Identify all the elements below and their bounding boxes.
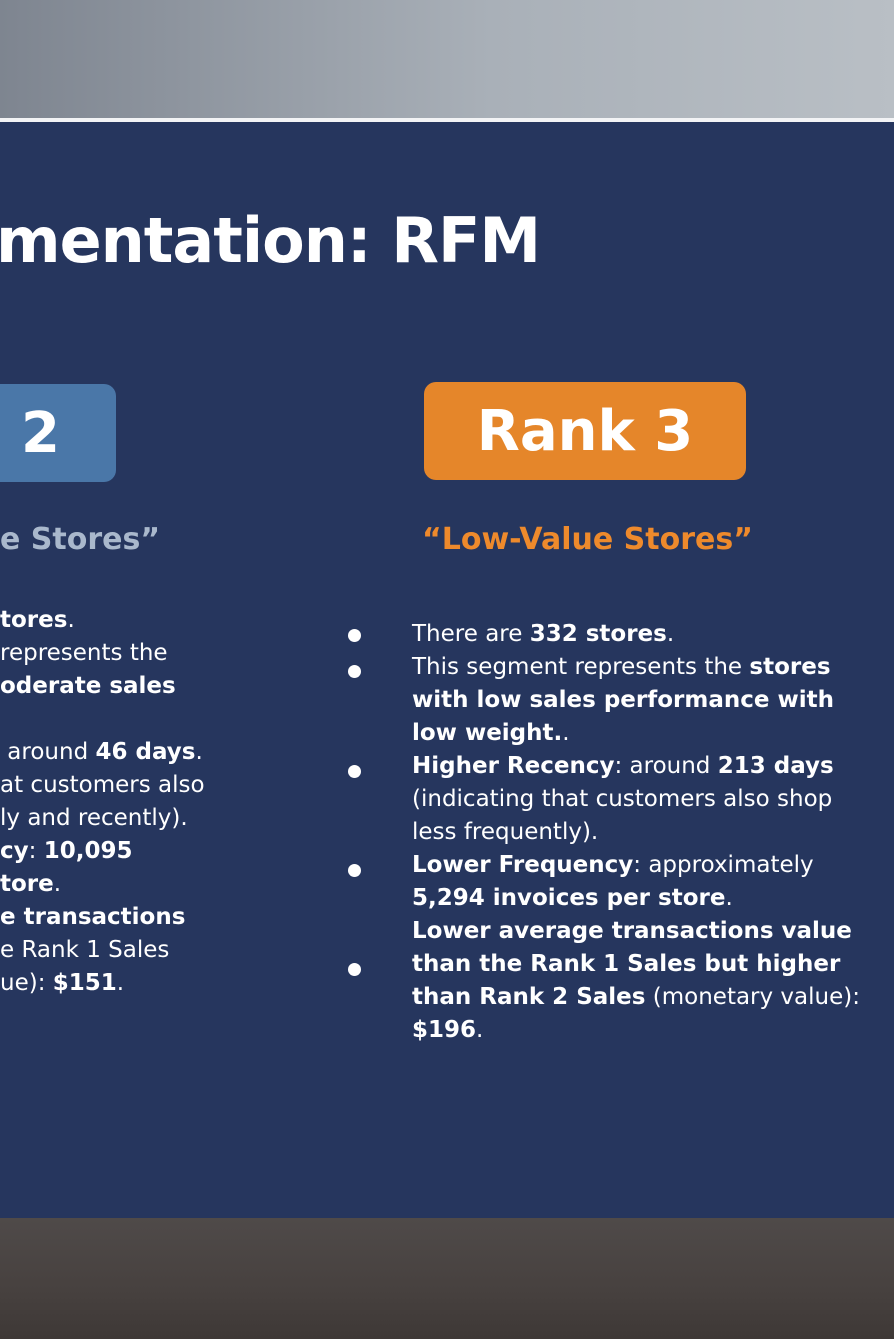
rank-2-line: tore. — [0, 871, 62, 897]
rank-3-badge-label: Rank 3 — [476, 398, 694, 464]
bullet-icon — [348, 629, 361, 642]
bullet-icon — [348, 963, 361, 976]
rank-2-line: ue): $151. — [0, 970, 125, 996]
rank-3-bullet-count: There are 332 stores. — [412, 621, 675, 647]
rank-2-line: ly and recently). — [0, 805, 188, 831]
rank-3-description: There are 332 stores. This segment repre… — [412, 618, 862, 1047]
rank-3-subtitle: “Low-Value Stores” — [422, 522, 753, 557]
rank-2-badge: 2 — [0, 384, 116, 482]
rank-3-badge: Rank 3 — [424, 382, 746, 480]
rank-2-line: around 46 days. — [0, 739, 203, 765]
rank-3-bullet-monetary: Lower average transactions value than th… — [412, 918, 860, 1043]
background-top-band — [0, 0, 894, 120]
background-bottom-band — [0, 1218, 894, 1339]
rank-3-bullet-recency: Higher Recency: around 213 days (indicat… — [412, 753, 834, 845]
rank-2-line: oderate sales — [0, 673, 176, 699]
rank-2-line: e transactions — [0, 904, 186, 930]
rank-2-line: tores. — [0, 607, 75, 633]
rank-2-line: e Rank 1 Sales — [0, 937, 170, 963]
presentation-slide: mentation: RFM 2 e Stores” tores. repres… — [0, 122, 894, 1218]
rank-2-line: at customers also — [0, 772, 205, 798]
bullet-icon — [348, 864, 361, 877]
slide-title: mentation: RFM — [0, 204, 541, 277]
rank-2-description: tores. represents the oderate sales arou… — [0, 604, 260, 1000]
rank-3-bullet-frequency: Lower Frequency: approximately 5,294 inv… — [412, 852, 814, 911]
bullet-icon — [348, 665, 361, 678]
rank-2-line: cy: 10,095 — [0, 838, 133, 864]
rank-2-badge-label: 2 — [21, 400, 60, 466]
rank-2-line — [0, 703, 260, 736]
rank-2-subtitle: e Stores” — [0, 522, 161, 557]
bullet-icon — [348, 765, 361, 778]
rank-2-line: represents the — [0, 640, 168, 666]
rank-3-bullet-segment: This segment represents the stores with … — [412, 654, 834, 746]
